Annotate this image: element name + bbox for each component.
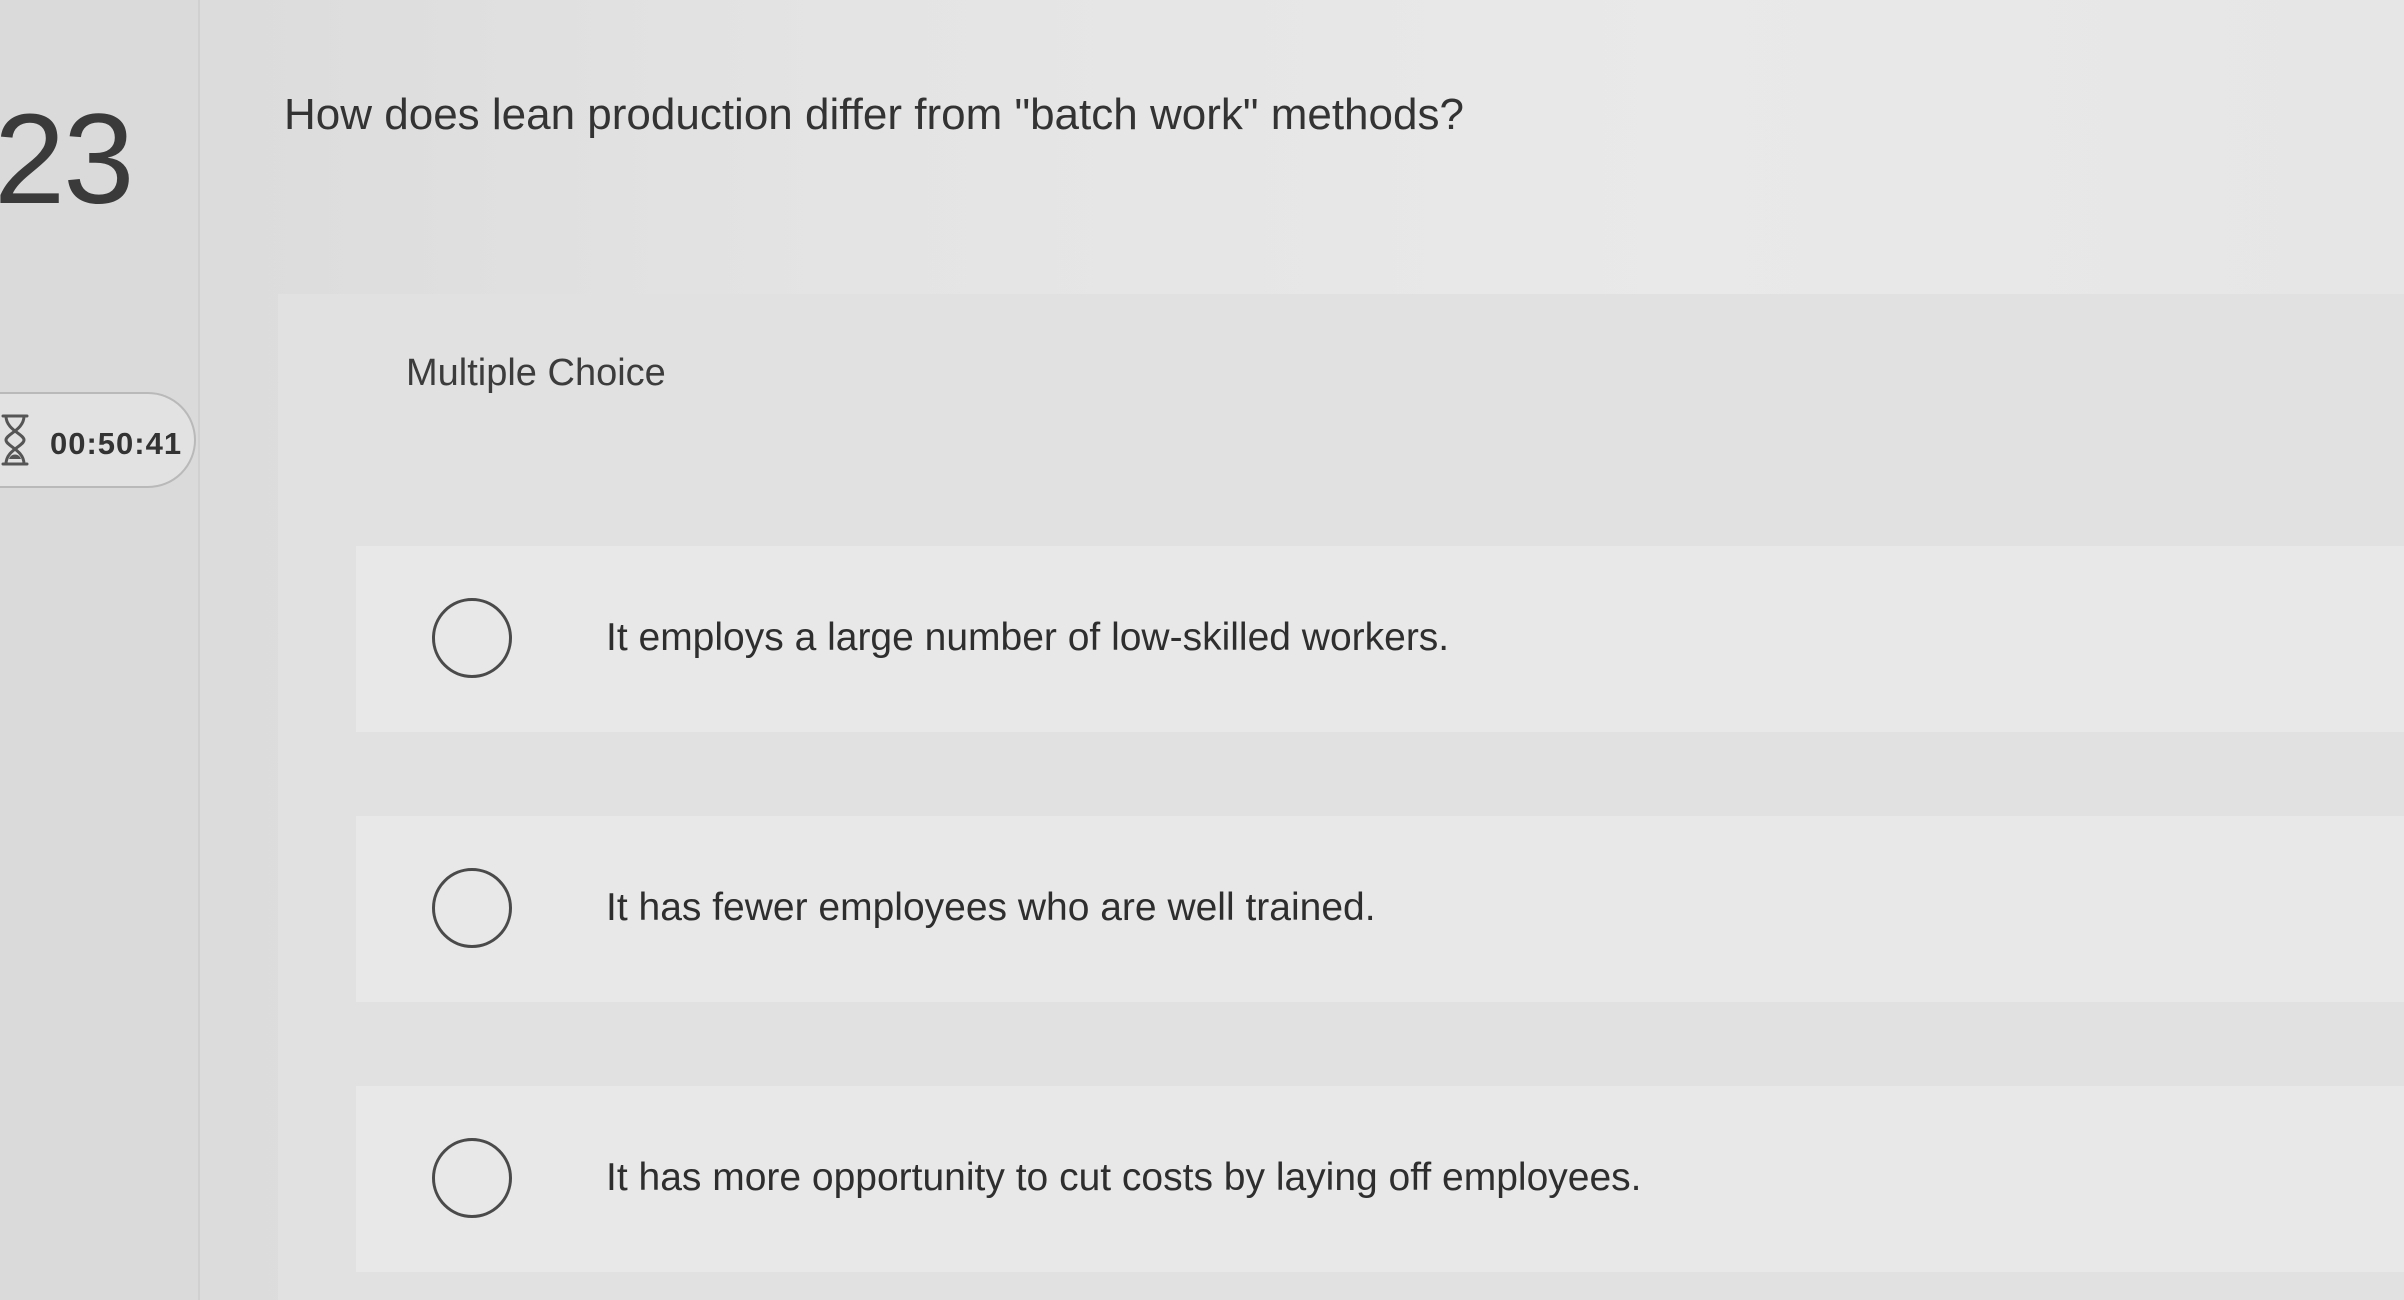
timer: 00:50:41 — [0, 392, 196, 488]
choice-option-2[interactable]: It has fewer employees who are well trai… — [356, 816, 2404, 1002]
timer-value: 00:50:41 — [50, 426, 183, 461]
question-number: 23 — [0, 88, 134, 231]
choice-label[interactable]: It has more opportunity to cut costs by … — [606, 1156, 1641, 1200]
choice-option-1[interactable]: It employs a large number of low-skilled… — [356, 546, 2404, 732]
choice-label[interactable]: It has fewer employees who are well trai… — [606, 886, 1376, 930]
choice-label[interactable]: It employs a large number of low-skilled… — [606, 616, 1449, 660]
radio-button[interactable] — [432, 1138, 512, 1218]
choice-option-3[interactable]: It has more opportunity to cut costs by … — [356, 1086, 2404, 1272]
radio-button[interactable] — [432, 868, 512, 948]
hourglass-icon — [1, 414, 29, 466]
question-type-label: Multiple Choice — [406, 352, 666, 394]
question-text: How does lean production differ from "ba… — [284, 90, 1464, 139]
radio-button[interactable] — [432, 598, 512, 678]
